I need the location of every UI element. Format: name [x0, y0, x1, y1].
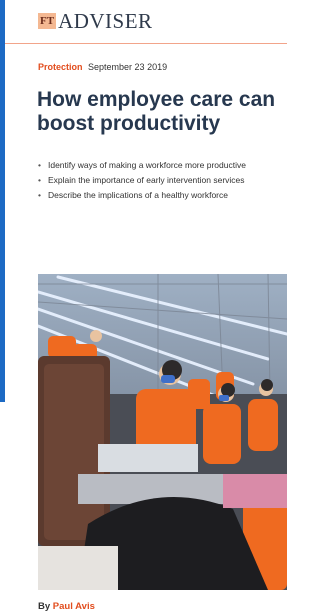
site-header: FT ADVISER	[5, 0, 287, 44]
article-meta: Protection September 23 2019	[38, 62, 167, 72]
rail-gap	[0, 402, 5, 613]
hero-image	[38, 274, 287, 590]
factory-workers-photo	[38, 274, 287, 590]
objective-item: Identify ways of making a workforce more…	[38, 158, 287, 173]
byline: By Paul Avis	[38, 601, 95, 612]
author-link[interactable]: Paul Avis	[53, 601, 95, 612]
logo-ft-mark: FT	[38, 13, 57, 29]
objective-item: Describe the implications of a healthy w…	[38, 188, 287, 203]
learning-objectives: Identify ways of making a workforce more…	[38, 158, 287, 203]
article-headline: How employee care can boost productivity	[37, 88, 276, 135]
ft-adviser-logo[interactable]: FT ADVISER	[38, 9, 153, 33]
objective-item: Explain the importance of early interven…	[38, 173, 287, 188]
logo-wordmark: ADVISER	[58, 9, 153, 33]
publish-date: September 23 2019	[88, 62, 168, 72]
section-link[interactable]: Protection	[38, 62, 83, 72]
byline-prefix: By	[38, 601, 51, 612]
